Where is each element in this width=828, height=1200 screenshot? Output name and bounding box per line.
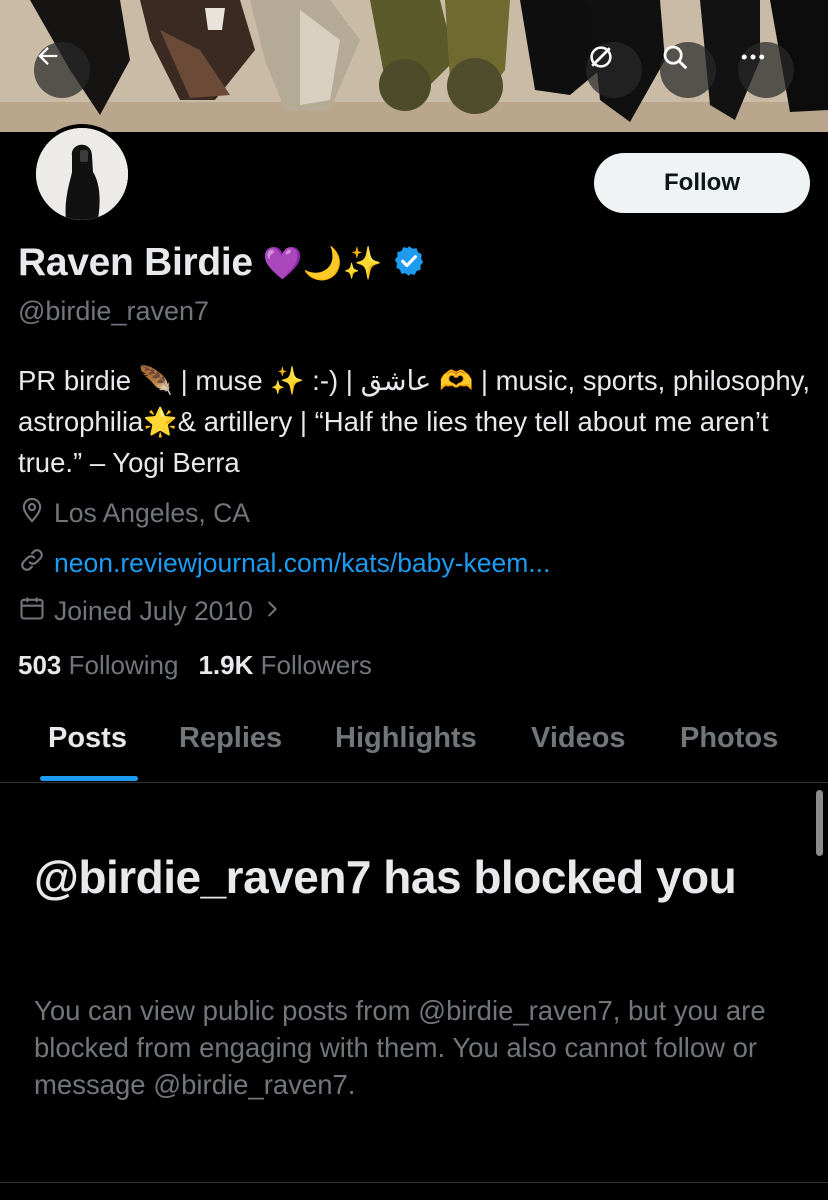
profile-name-row: Raven Birdie 💜🌙✨	[18, 236, 426, 290]
profile-banner[interactable]	[0, 0, 828, 132]
verified-badge-icon[interactable]	[392, 244, 426, 283]
joined-text: Joined July 2010	[54, 596, 253, 626]
follow-button[interactable]: Follow	[594, 153, 810, 213]
active-tab-indicator	[40, 776, 138, 781]
website-row[interactable]: neon.reviewjournal.com/kats/baby-keem...	[18, 546, 550, 581]
profile-bio: PR birdie 🪶 | muse ✨ :-) | عاشق 🫶 | musi…	[18, 365, 810, 478]
more-button[interactable]	[738, 42, 794, 98]
tab-highlights[interactable]: Highlights	[335, 722, 477, 755]
tab-photos[interactable]: Photos	[680, 722, 778, 755]
avatar-image	[36, 128, 128, 220]
chevron-right-icon	[261, 596, 283, 627]
blocked-title: @birdie_raven7 has blocked you	[34, 851, 737, 903]
location-text: Los Angeles, CA	[54, 498, 250, 528]
display-name: Raven Birdie	[18, 241, 253, 284]
name-emojis: 💜🌙✨	[262, 244, 383, 282]
back-button[interactable]	[34, 42, 90, 98]
divider	[0, 1182, 828, 1183]
tab-replies[interactable]: Replies	[179, 722, 282, 755]
following-label: Following	[68, 650, 179, 680]
calendar-icon	[18, 594, 46, 629]
followers-link[interactable]: 1.9K Followers	[198, 650, 371, 681]
link-icon	[18, 546, 46, 581]
followers-label: Followers	[260, 650, 372, 680]
follow-stats: 503 Following 1.9K Followers	[18, 650, 372, 681]
followers-count: 1.9K	[198, 650, 254, 680]
profile-handle: @birdie_raven7	[18, 296, 210, 326]
location-pin-icon	[18, 496, 46, 531]
scrollbar[interactable]	[816, 790, 823, 856]
location-row: Los Angeles, CA	[18, 496, 250, 531]
profile-tabs: Posts Replies Highlights Videos Photos	[0, 700, 828, 783]
avatar[interactable]	[32, 124, 132, 224]
joined-row[interactable]: Joined July 2010	[18, 594, 283, 629]
following-link[interactable]: 503 Following	[18, 650, 178, 681]
tab-videos[interactable]: Videos	[531, 722, 626, 755]
following-count: 503	[18, 650, 62, 680]
website-link[interactable]: neon.reviewjournal.com/kats/baby-keem...	[54, 548, 550, 579]
search-button[interactable]	[660, 42, 716, 98]
tab-posts[interactable]: Posts	[48, 722, 127, 755]
blocked-description: You can view public posts from @birdie_r…	[34, 995, 766, 1100]
grok-button[interactable]	[586, 42, 642, 98]
